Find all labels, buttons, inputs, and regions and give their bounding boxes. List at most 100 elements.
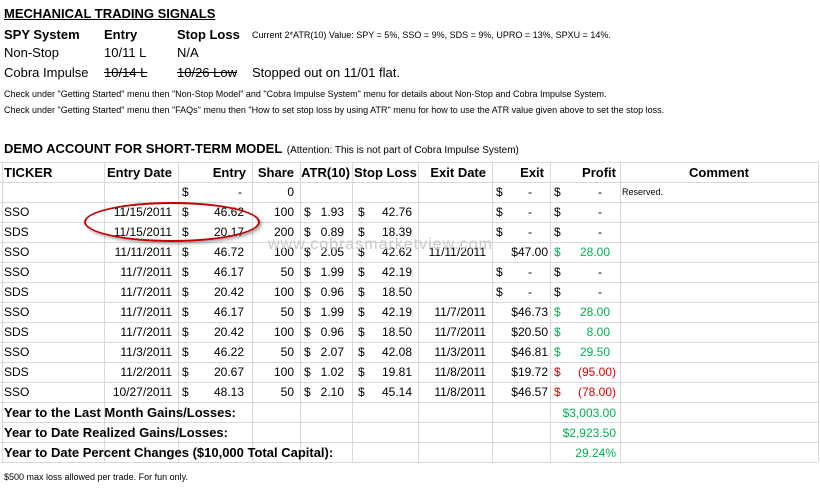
column-header-stop-loss: Stop Loss — [354, 165, 417, 180]
row-profit: - — [598, 285, 602, 299]
row-ticker: SDS — [4, 365, 29, 379]
row-atr: 1.93 — [320, 205, 344, 219]
row-entry: 20.67 — [213, 365, 244, 379]
system-name-nonstop: Non-Stop — [4, 45, 59, 60]
system-note-cobra: Stopped out on 11/01 flat. — [252, 65, 400, 80]
summary-value: $2,923.50 — [562, 426, 616, 440]
sheet-title: MECHANICAL TRADING SIGNALS — [4, 6, 216, 21]
row-exit: $19.72 — [511, 365, 548, 379]
column-header-exit-date: Exit Date — [430, 165, 486, 180]
row-atr: 1.99 — [320, 305, 344, 319]
note-line-1: Check under "Getting Started" menu then … — [4, 89, 607, 99]
row-entry-date: 11/7/2011 — [120, 305, 172, 319]
row-stop: 42.76 — [381, 205, 412, 219]
row-profit: 28.00 — [579, 305, 610, 319]
row-stop: 42.08 — [381, 345, 412, 359]
row-stop: 19.81 — [381, 365, 412, 379]
row-entry: 46.17 — [213, 305, 244, 319]
system-stop-cobra: 10/26 Low — [177, 65, 237, 80]
grid-line-horizontal — [0, 322, 818, 323]
row-exit: $47.00 — [511, 245, 548, 259]
row-ticker: SDS — [4, 285, 29, 299]
row-atr: 0.96 — [320, 285, 344, 299]
row-share: 50 — [280, 345, 294, 359]
row-stop: 18.50 — [381, 325, 412, 339]
grid-line-horizontal — [0, 382, 818, 383]
reserved-comment: Reserved. — [622, 187, 664, 197]
row-entry-date: 11/2/2011 — [120, 365, 172, 379]
row-exit: - — [528, 285, 532, 299]
row-ticker: SDS — [4, 225, 29, 239]
row-entry: 46.17 — [213, 265, 244, 279]
row-exit-date: 11/8/2011 — [434, 365, 486, 379]
system-name-cobra: Cobra Impulse — [4, 65, 89, 80]
row-share: 100 — [273, 365, 294, 379]
system-stop-nonstop: N/A — [177, 45, 199, 60]
grid-line-horizontal — [0, 362, 818, 363]
spreadsheet: MECHANICAL TRADING SIGNALS SPY System En… — [0, 0, 820, 489]
row-exit: - — [528, 265, 532, 279]
grid-line-horizontal — [0, 402, 818, 403]
row-share: 100 — [273, 325, 294, 339]
system-entry-nonstop: 10/11 L — [104, 45, 147, 60]
row-ticker: SSO — [4, 265, 30, 279]
row-profit: 28.00 — [579, 245, 610, 259]
row-exit: $46.57 — [511, 385, 548, 399]
grid-line-horizontal — [0, 262, 818, 263]
row-ticker: SSO — [4, 305, 30, 319]
highlight-circle — [84, 202, 260, 242]
reserved-share-value: 0 — [287, 185, 294, 199]
grid-line-horizontal — [0, 442, 818, 443]
row-exit-date: 11/8/2011 — [434, 385, 486, 399]
row-exit: - — [528, 225, 532, 239]
row-exit-date: 11/7/2011 — [434, 305, 486, 319]
row-profit: (78.00) — [577, 385, 616, 399]
system-entry-cobra: 10/14 L — [104, 65, 148, 80]
row-profit: - — [598, 265, 602, 279]
stop-loss-header: Stop Loss — [177, 27, 240, 42]
row-ticker: SSO — [4, 345, 30, 359]
row-profit: - — [598, 205, 602, 219]
row-stop: 42.19 — [381, 265, 412, 279]
row-share: 50 — [280, 385, 294, 399]
grid-line-horizontal — [0, 422, 818, 423]
entry-header: Entry — [104, 27, 138, 42]
spy-system-header: SPY System — [4, 27, 80, 42]
summary-label: Year to Date Percent Changes ($10,000 To… — [4, 445, 334, 460]
summary-value: $3,003.00 — [562, 406, 616, 420]
grid-line-horizontal — [0, 282, 818, 283]
row-profit: 8.00 — [586, 325, 610, 339]
row-exit-date: 11/7/2011 — [434, 325, 486, 339]
row-entry-date: 11/11/2011 — [114, 245, 172, 259]
row-share: 100 — [273, 285, 294, 299]
grid-line-horizontal — [0, 302, 818, 303]
footer-note: $500 max loss allowed per trade. For fun… — [4, 472, 188, 482]
grid-line-vertical — [620, 162, 621, 462]
row-ticker: SDS — [4, 325, 29, 339]
grid-line-vertical — [818, 162, 819, 462]
row-entry: 20.42 — [213, 325, 244, 339]
column-header-exit: Exit — [520, 165, 544, 180]
grid-line-vertical — [2, 162, 3, 462]
grid-line-horizontal — [0, 182, 818, 183]
row-entry-date: 11/7/2011 — [120, 285, 172, 299]
row-entry: 46.72 — [213, 245, 244, 259]
row-atr: 1.99 — [320, 265, 344, 279]
column-header-atr: ATR(10) — [301, 165, 350, 180]
row-stop: 18.50 — [381, 285, 412, 299]
column-header-ticker: TICKER — [4, 165, 53, 180]
row-exit: $46.73 — [511, 305, 548, 319]
atr-note: Current 2*ATR(10) Value: SPY = 5%, SSO =… — [252, 30, 611, 40]
row-profit: (95.00) — [577, 365, 616, 379]
note-line-2: Check under "Getting Started" menu then … — [4, 105, 665, 115]
row-entry-date: 11/7/2011 — [120, 265, 172, 279]
reserved-exit-value: - — [528, 185, 532, 199]
column-header-share: Share — [257, 165, 294, 180]
row-entry: 46.22 — [213, 345, 244, 359]
row-profit: - — [598, 225, 602, 239]
row-exit: $20.50 — [511, 325, 548, 339]
row-share: 50 — [280, 305, 294, 319]
row-exit: - — [528, 205, 532, 219]
column-header-entry-date: Entry Date — [106, 165, 172, 180]
watermark: www.cobrasmarketview.com — [268, 236, 493, 253]
